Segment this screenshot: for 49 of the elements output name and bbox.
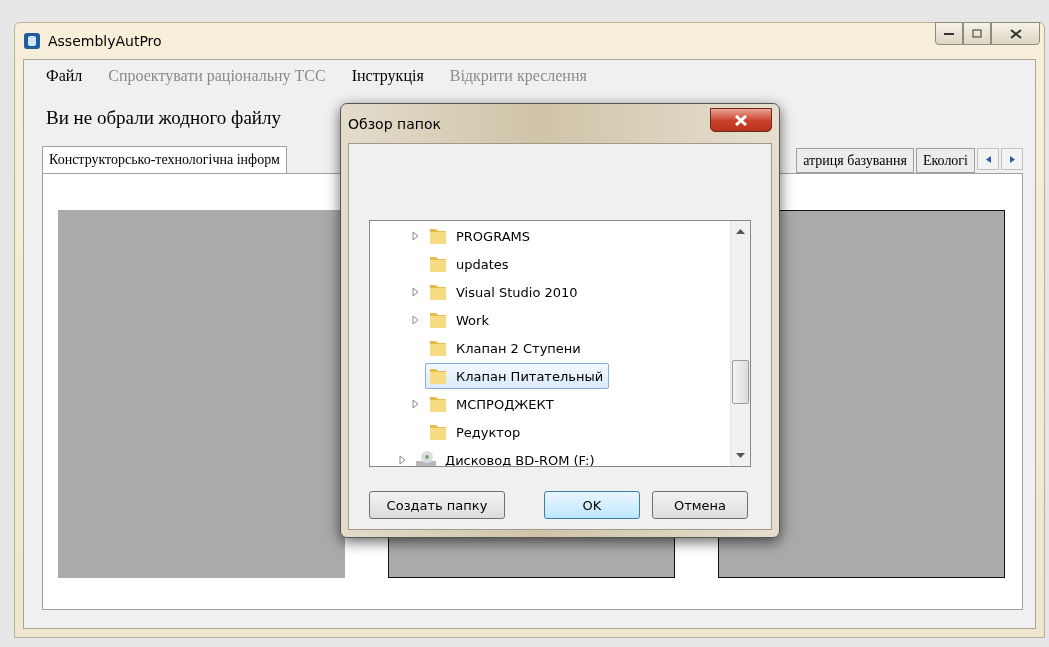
left-arrow-icon bbox=[985, 155, 991, 163]
maximize-icon bbox=[972, 29, 982, 38]
dialog-button[interactable]: Создать папку bbox=[369, 491, 505, 519]
dialog-button[interactable]: Отмена bbox=[652, 491, 748, 519]
close-button[interactable] bbox=[991, 22, 1040, 45]
folder-icon bbox=[428, 338, 448, 358]
scroll-left-button[interactable] bbox=[977, 148, 999, 170]
expand-icon[interactable] bbox=[411, 399, 419, 409]
folder-icon bbox=[428, 394, 448, 414]
tab[interactable]: Екологі bbox=[915, 148, 975, 173]
tab[interactable]: Конструкторсько-технологічна інформ bbox=[42, 146, 287, 173]
folder-icon bbox=[428, 254, 448, 274]
status-label: Ви не обрали жодного файлу bbox=[46, 107, 281, 129]
drive-icon bbox=[415, 450, 437, 466]
tree-item[interactable]: Visual Studio 2010 bbox=[425, 279, 584, 305]
window-title: AssemblyAutPro bbox=[48, 33, 162, 49]
close-button[interactable] bbox=[710, 108, 772, 132]
tab[interactable]: атриця базування bbox=[796, 148, 914, 173]
close-icon bbox=[1009, 28, 1022, 39]
scrollbar[interactable] bbox=[730, 221, 750, 466]
expand-icon[interactable] bbox=[411, 231, 419, 241]
tree-item[interactable]: Work bbox=[425, 307, 495, 333]
menu-item[interactable]: Файл bbox=[46, 67, 83, 85]
tree-item[interactable]: Дисковод BD-ROM (F:) bbox=[412, 447, 601, 466]
folder-icon bbox=[428, 226, 448, 246]
tree-item[interactable]: Клапан 2 Ступени bbox=[425, 335, 587, 361]
folder-icon bbox=[428, 422, 448, 442]
down-arrow-icon[interactable] bbox=[736, 453, 745, 458]
folder-icon bbox=[428, 310, 448, 330]
minimize-button[interactable] bbox=[935, 22, 963, 45]
expand-icon[interactable] bbox=[411, 315, 419, 325]
expand-icon[interactable] bbox=[398, 455, 406, 465]
folder-icon bbox=[428, 282, 448, 302]
scroll-thumb[interactable] bbox=[732, 360, 749, 404]
close-icon bbox=[734, 114, 748, 126]
up-arrow-icon[interactable] bbox=[736, 229, 745, 234]
scroll-right-button[interactable] bbox=[1001, 148, 1023, 170]
tree-item[interactable]: Клапан Питательный bbox=[425, 363, 610, 389]
dialog-title: Обзор папок bbox=[348, 115, 441, 132]
tree-item[interactable]: PROGRAMS bbox=[425, 223, 537, 249]
right-arrow-icon bbox=[1009, 155, 1015, 163]
expand-icon[interactable] bbox=[411, 287, 419, 297]
menu-item[interactable]: Інструкція bbox=[351, 67, 424, 85]
folder-icon bbox=[428, 366, 448, 386]
dialog-button[interactable]: OK bbox=[544, 491, 640, 519]
tree-item[interactable]: МСПРОДЖЕКТ bbox=[425, 391, 560, 417]
tree-item[interactable]: updates bbox=[425, 251, 515, 277]
tree-item[interactable]: Редуктор bbox=[425, 419, 527, 445]
app-icon bbox=[23, 32, 41, 50]
